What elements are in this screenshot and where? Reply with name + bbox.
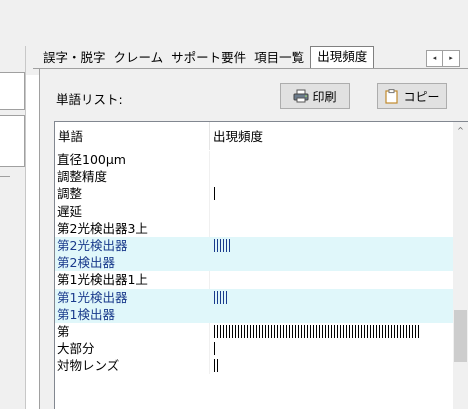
frequency-cell xyxy=(210,168,455,185)
table-row[interactable]: 対物レンズ xyxy=(55,357,455,375)
frequency-cell xyxy=(210,323,455,340)
word-cell: 調整精度 xyxy=(55,168,210,186)
divider xyxy=(25,46,26,409)
sort-up-icon[interactable]: ^ xyxy=(453,122,468,139)
frequency-cell xyxy=(210,185,455,202)
tab-scroll-right-button[interactable]: ▸ xyxy=(443,50,460,67)
column-header-frequency[interactable]: 出現頻度 xyxy=(210,122,455,150)
left-panel-box xyxy=(0,115,25,167)
tab-0[interactable]: 誤字・脱字 xyxy=(39,48,110,68)
printer-icon xyxy=(293,89,309,103)
frequency-cell xyxy=(210,254,455,271)
table-row[interactable]: 第2光検出器 xyxy=(55,236,455,255)
table-row[interactable]: 第1光検出器1上 xyxy=(55,271,455,289)
frequency-panel: 単語リスト: 印刷 コピー 単語 出現頻度 直径100μm 調整精度 調整 遅延 第2光… xyxy=(39,69,468,409)
copy-button[interactable]: コピー xyxy=(377,83,447,109)
tab-scroll-buttons: ◂ ▸ xyxy=(426,50,460,67)
word-cell: 遅延 xyxy=(55,202,210,220)
frequency-cell xyxy=(210,340,455,357)
tab-scroll-left-button[interactable]: ◂ xyxy=(426,50,443,67)
print-button[interactable]: 印刷 xyxy=(280,83,350,109)
word-cell: 調整 xyxy=(55,185,210,203)
table-row[interactable]: 第2光検出器3上 xyxy=(55,219,455,237)
copy-button-label: コピー xyxy=(403,89,440,104)
table-row[interactable]: 直径100μm xyxy=(55,151,455,169)
table-row[interactable]: 遅延 xyxy=(55,202,455,220)
table-row[interactable]: 調整 xyxy=(55,185,455,203)
left-pane xyxy=(0,0,26,409)
frequency-bar xyxy=(214,359,218,373)
print-button-label: 印刷 xyxy=(312,89,337,104)
word-frequency-list[interactable]: 単語 出現頻度 直径100μm 調整精度 調整 遅延 第2光検出器3上 第2光検出器 第2検… xyxy=(54,121,468,409)
list-header: 単語 出現頻度 xyxy=(55,122,455,150)
frequency-cell xyxy=(210,237,455,254)
table-row[interactable]: 第2検出器 xyxy=(55,254,455,272)
word-cell: 直径100μm xyxy=(55,151,210,169)
frequency-cell xyxy=(210,203,455,220)
vertical-scrollbar[interactable]: ^ xyxy=(453,122,468,409)
frequency-cell xyxy=(210,271,455,288)
left-panel-box xyxy=(0,72,25,110)
table-row[interactable]: 第 xyxy=(55,322,455,341)
table-row[interactable]: 第1検出器 xyxy=(55,305,455,323)
frequency-cell xyxy=(210,357,455,374)
clipboard-icon xyxy=(384,89,400,104)
word-cell: 第1光検出器1上 xyxy=(55,271,210,289)
word-cell: 第2光検出器 xyxy=(55,236,210,255)
word-cell: 第2光検出器3上 xyxy=(55,219,210,237)
frequency-bar xyxy=(214,187,215,201)
list-rows: 直径100μm 調整精度 調整 遅延 第2光検出器3上 第2光検出器 第2検出器 第1光検出器… xyxy=(55,151,455,375)
word-cell: 第1光検出器 xyxy=(55,288,210,306)
frequency-cell xyxy=(210,289,455,306)
frequency-bar xyxy=(214,342,215,356)
word-cell: 第1検出器 xyxy=(55,305,210,323)
tab-2[interactable]: サポート要件 xyxy=(167,48,250,68)
scrollbar-thumb[interactable] xyxy=(454,310,467,362)
table-row[interactable]: 第1光検出器 xyxy=(55,288,455,306)
word-cell: 第2検出器 xyxy=(55,254,210,272)
frequency-bar xyxy=(214,324,419,338)
word-cell: 対物レンズ xyxy=(55,357,210,375)
frequency-cell xyxy=(210,306,455,323)
frequency-cell xyxy=(210,220,455,237)
frequency-cell xyxy=(210,151,455,168)
tab-1[interactable]: クレーム xyxy=(110,48,168,68)
tab-3[interactable]: 項目一覧 xyxy=(250,48,308,68)
divider xyxy=(0,176,10,177)
word-list-label: 単語リスト: xyxy=(56,92,123,107)
tab-4[interactable]: 出現頻度 xyxy=(310,46,375,68)
frequency-bar xyxy=(214,238,230,252)
table-row[interactable]: 調整精度 xyxy=(55,168,455,186)
word-cell: 大部分 xyxy=(55,340,210,358)
column-header-word[interactable]: 単語 xyxy=(55,122,210,150)
tabs-row: 誤字・脱字 クレーム サポート要件 項目一覧 出現頻度 xyxy=(39,46,375,68)
frequency-bar xyxy=(214,290,227,304)
table-row[interactable]: 大部分 xyxy=(55,340,455,358)
word-cell: 第 xyxy=(55,322,210,341)
